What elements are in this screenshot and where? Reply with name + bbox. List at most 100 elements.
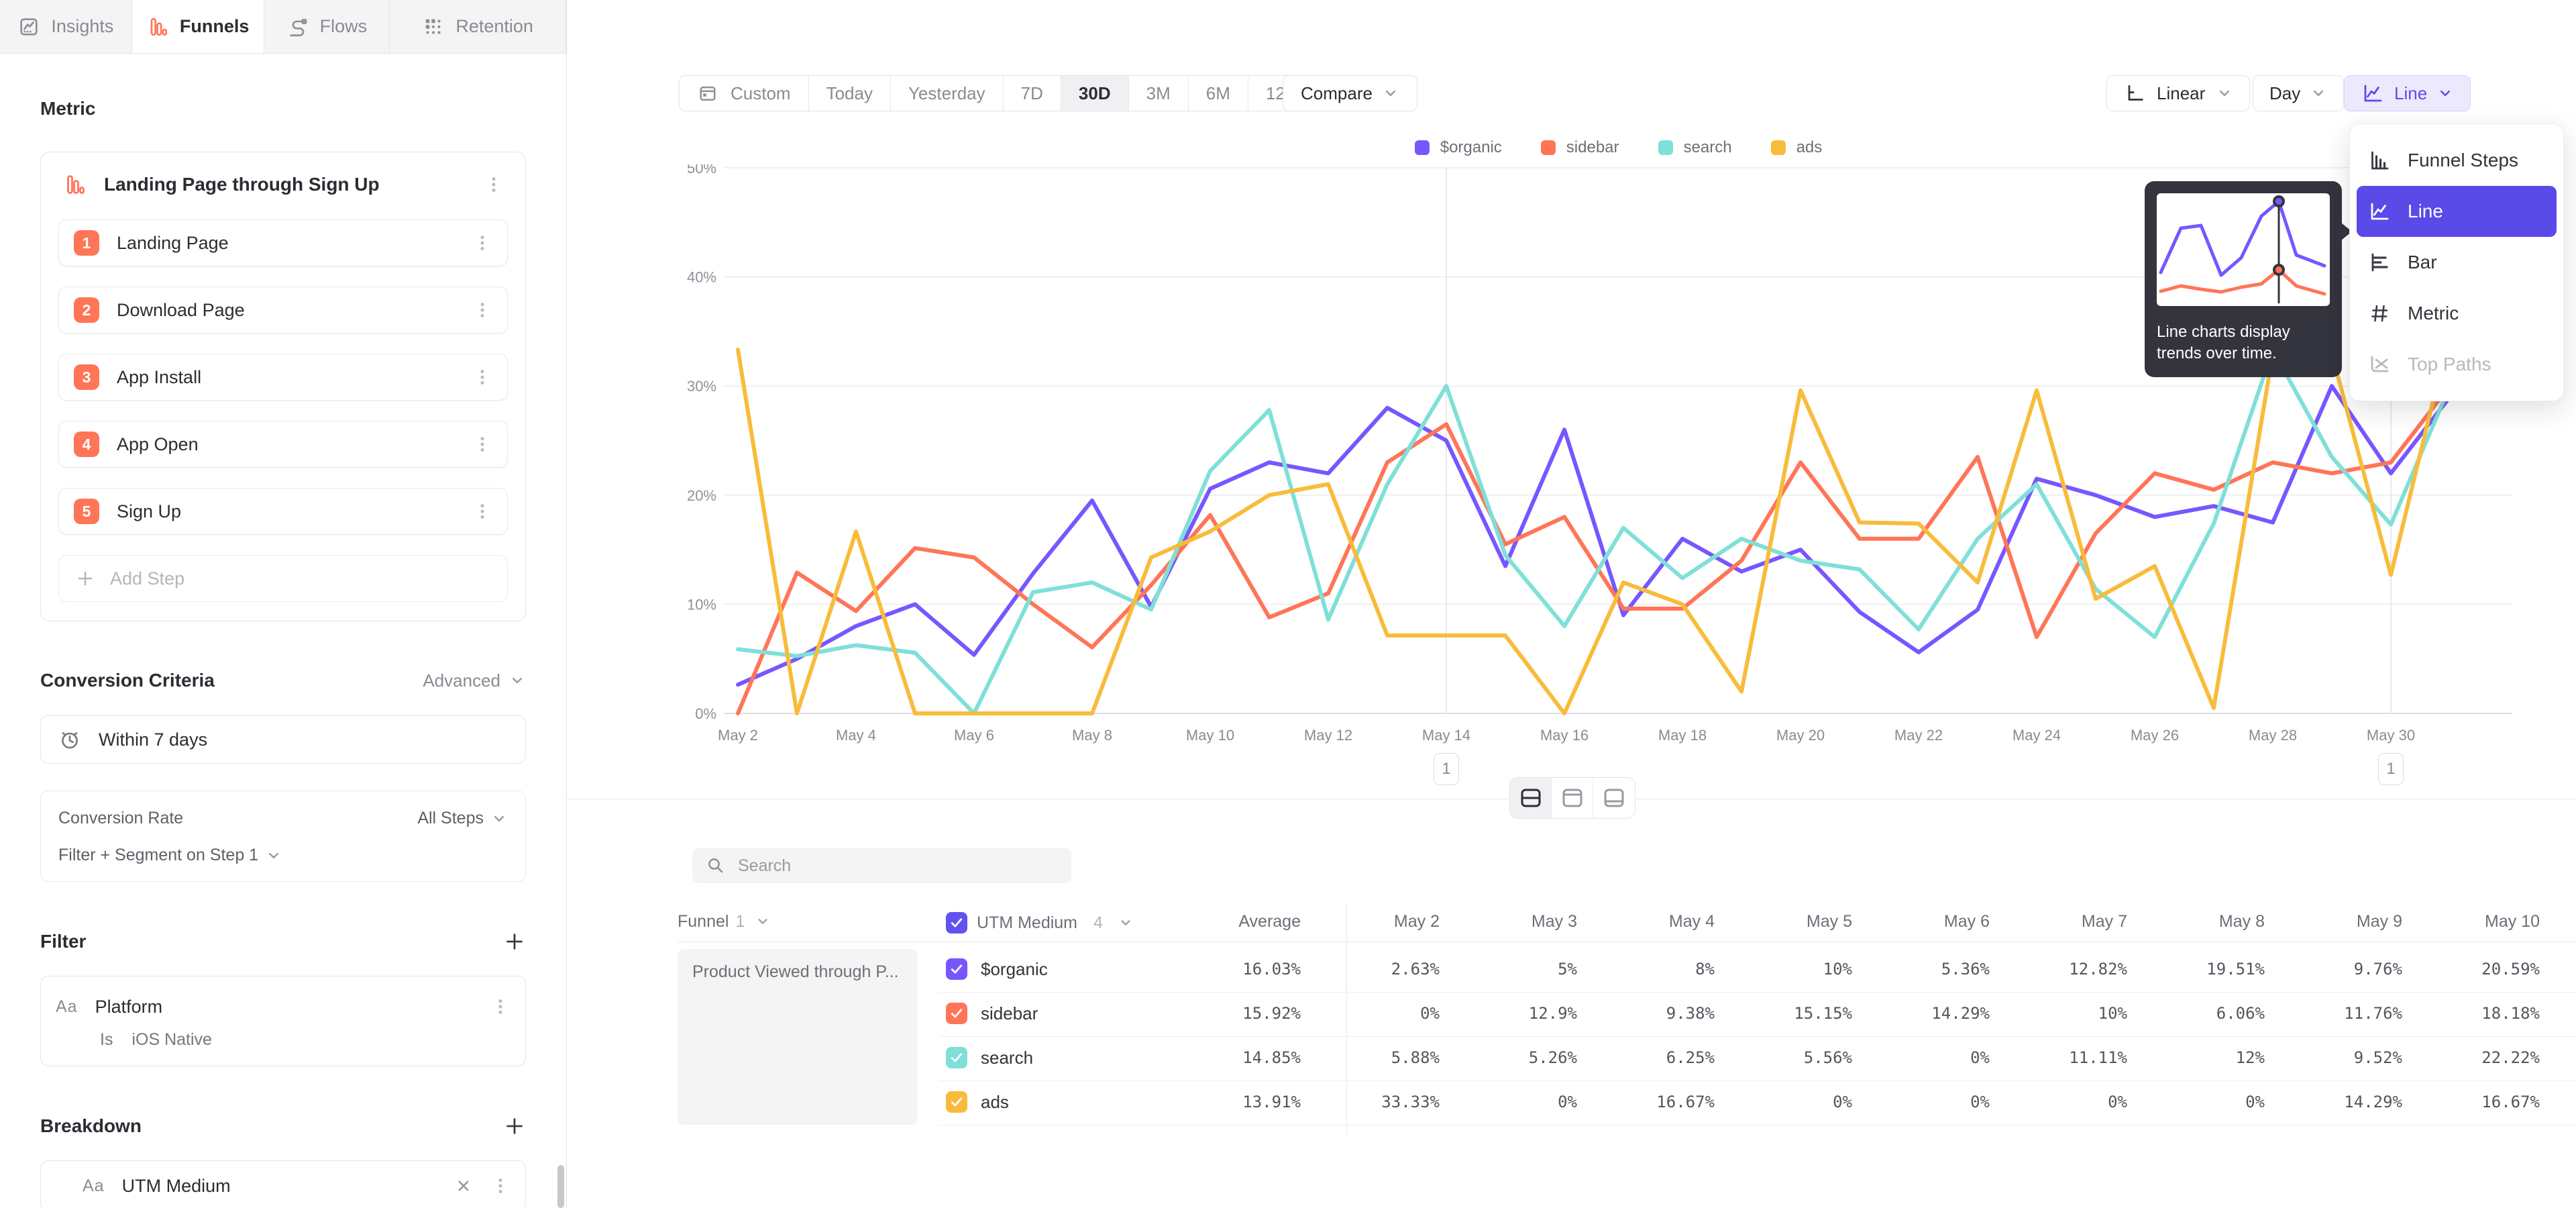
svg-text:May 30: May 30 — [2367, 727, 2415, 744]
view-split-toggle[interactable] — [1510, 778, 1552, 818]
compare-button[interactable]: Compare — [1283, 75, 1417, 111]
legend-item-ads[interactable]: ads — [1771, 138, 1823, 157]
funnel-step-4[interactable]: 4 App Open — [58, 421, 508, 468]
column-header-may-3[interactable]: May 3 — [1443, 912, 1577, 932]
sidebar-scrollbar[interactable] — [557, 1165, 564, 1208]
funnel-step-5[interactable]: 5 Sign Up — [58, 488, 508, 535]
conversion-rate-dropdown[interactable]: All Steps — [417, 809, 508, 828]
advanced-dropdown[interactable]: Advanced — [423, 670, 526, 691]
series-name: sidebar — [981, 1003, 1038, 1024]
kebab-icon[interactable] — [490, 995, 511, 1018]
column-header-may-4[interactable]: May 4 — [1580, 912, 1715, 932]
filter-property-name[interactable]: Platform — [95, 997, 490, 1017]
table-value: 6.25% — [1580, 1048, 1715, 1067]
funnel-step-3[interactable]: 3 App Install — [58, 354, 508, 401]
breakdown-column-header[interactable]: UTM Medium4 — [946, 912, 1134, 934]
legend-label: $organic — [1440, 138, 1502, 157]
svg-text:10%: 10% — [687, 596, 716, 613]
range-yesterday[interactable]: Yesterday — [891, 76, 1004, 111]
kebab-icon[interactable] — [484, 173, 504, 196]
range-custom[interactable]: Custom — [680, 76, 809, 111]
tab-insights[interactable]: Insights — [0, 0, 132, 53]
column-header-may-5[interactable]: May 5 — [1718, 912, 1852, 932]
chevron-down-icon — [755, 913, 771, 929]
conversion-rate-value: All Steps — [417, 809, 484, 828]
granularity-dropdown[interactable]: Day — [2253, 75, 2344, 111]
annotation-badge-may-30[interactable]: 1 — [2378, 753, 2404, 785]
range-6m[interactable]: 6M — [1189, 76, 1248, 111]
tab-funnels[interactable]: Funnels — [132, 0, 264, 53]
funnel-step-2[interactable]: 2 Download Page — [58, 287, 508, 334]
chart-type-dropdown[interactable]: Line — [2344, 75, 2471, 111]
table-value: 8% — [1580, 960, 1715, 978]
legend-item-organic[interactable]: $organic — [1415, 138, 1502, 157]
step-number-badge: 5 — [74, 499, 99, 524]
legend-item-sidebar[interactable]: sidebar — [1541, 138, 1619, 157]
funnel-step-1[interactable]: 1 Landing Page — [58, 219, 508, 266]
column-header-average[interactable]: Average — [1167, 912, 1301, 932]
kebab-icon[interactable] — [472, 366, 492, 389]
menu-item-bar[interactable]: Bar — [2350, 237, 2563, 288]
table-row-organic[interactable]: $organic — [946, 958, 1048, 980]
series-checkbox[interactable] — [946, 1047, 967, 1068]
add-breakdown-button[interactable] — [503, 1115, 526, 1138]
column-header-may-7[interactable]: May 7 — [1993, 912, 2127, 932]
column-header-may-8[interactable]: May 8 — [2131, 912, 2265, 932]
menu-item-line[interactable]: Line — [2357, 186, 2557, 237]
tooltip-mini-chart — [2157, 193, 2330, 306]
line-chart-icon — [2361, 81, 2385, 105]
tab-flows[interactable]: Flows — [264, 0, 390, 53]
kebab-icon[interactable] — [472, 299, 492, 321]
table-value: 5.26% — [1443, 1048, 1577, 1067]
header-checkbox[interactable] — [946, 912, 967, 934]
view-table-toggle[interactable] — [1593, 778, 1635, 818]
close-icon[interactable] — [454, 1176, 473, 1195]
filter-operator[interactable]: Is — [100, 1030, 113, 1050]
column-header-may-6[interactable]: May 6 — [1856, 912, 1990, 932]
range-30d[interactable]: 30D — [1061, 76, 1129, 111]
tab-retention[interactable]: Retention — [390, 0, 566, 53]
chevron-down-icon — [508, 672, 526, 689]
kebab-icon[interactable] — [472, 232, 492, 254]
row-group-label[interactable]: Product Viewed through P... — [678, 949, 918, 1125]
table-value: 33.33% — [1305, 1093, 1440, 1111]
funnel-column-header[interactable]: Funnel1 — [678, 912, 771, 932]
add-step-button[interactable]: Add Step — [58, 555, 508, 602]
range-today[interactable]: Today — [809, 76, 891, 111]
table-row-sidebar[interactable]: sidebar — [946, 1003, 1038, 1024]
column-header-may-10[interactable]: May 10 — [2406, 912, 2540, 932]
table-value: 9.38% — [1580, 1004, 1715, 1023]
add-filter-button[interactable] — [503, 930, 526, 953]
table-row-search[interactable]: search — [946, 1047, 1033, 1068]
breakdown-property-name[interactable]: UTM Medium — [122, 1176, 454, 1197]
table-value: 16.67% — [1580, 1093, 1715, 1111]
table-value: 9.76% — [2268, 960, 2402, 978]
insights-icon — [17, 15, 40, 38]
chevron-down-icon — [1382, 85, 1399, 102]
breakdown-header: Breakdown — [40, 1115, 526, 1138]
annotation-badge-may-14[interactable]: 1 — [1434, 753, 1459, 785]
view-chart-toggle[interactable] — [1552, 778, 1593, 818]
series-checkbox[interactable] — [946, 1003, 967, 1024]
search-input[interactable] — [738, 856, 1046, 876]
menu-item-funnel-steps[interactable]: Funnel Steps — [2350, 135, 2563, 186]
scale-dropdown[interactable]: Linear — [2106, 75, 2250, 111]
range-3m[interactable]: 3M — [1129, 76, 1189, 111]
legend-item-search[interactable]: search — [1658, 138, 1732, 157]
column-header-may-9[interactable]: May 9 — [2268, 912, 2402, 932]
kebab-icon[interactable] — [490, 1174, 511, 1197]
drag-handle-icon[interactable] — [56, 1177, 73, 1195]
series-checkbox[interactable] — [946, 958, 967, 980]
series-checkbox[interactable] — [946, 1091, 967, 1113]
chevron-down-icon — [2310, 85, 2327, 102]
conversion-window[interactable]: Within 7 days — [40, 715, 526, 764]
range-7d[interactable]: 7D — [1004, 76, 1061, 111]
column-header-may-2[interactable]: May 2 — [1305, 912, 1440, 932]
menu-item-metric[interactable]: Metric — [2350, 288, 2563, 339]
table-row-ads[interactable]: ads — [946, 1091, 1009, 1113]
filter-segment-dropdown[interactable]: Filter + Segment on Step 1 — [58, 846, 282, 865]
kebab-icon[interactable] — [472, 433, 492, 456]
step-label: Download Page — [117, 300, 472, 321]
kebab-icon[interactable] — [472, 500, 492, 523]
filter-value[interactable]: iOS Native — [131, 1030, 211, 1050]
